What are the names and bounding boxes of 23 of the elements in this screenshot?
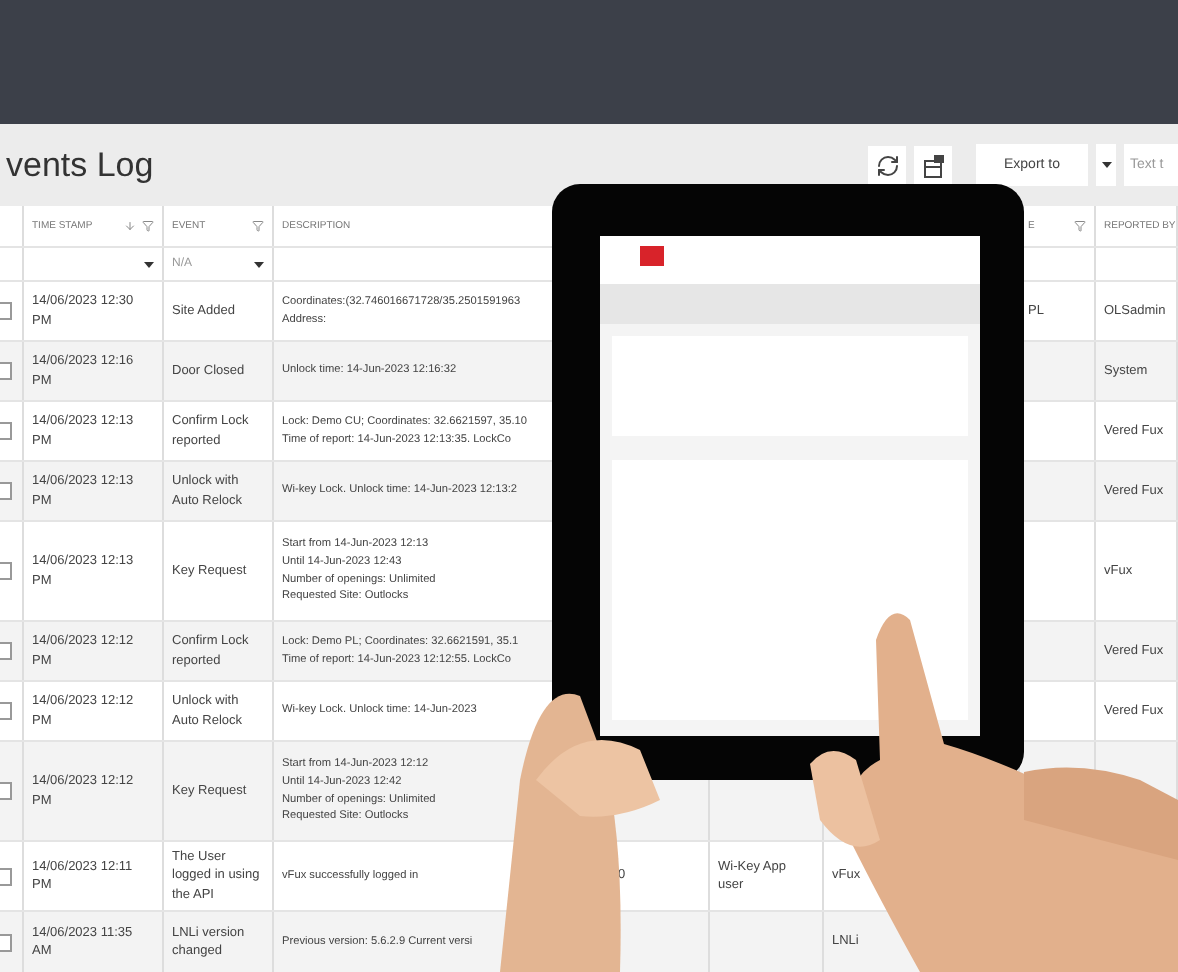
filter-icon[interactable] (1074, 220, 1086, 232)
page-title: vents Log (6, 145, 154, 185)
filter-icon[interactable] (142, 220, 154, 232)
filter-icon[interactable] (252, 220, 264, 232)
row-checkbox[interactable] (0, 302, 12, 320)
row-checkbox[interactable] (0, 702, 12, 720)
caret-icon (1101, 162, 1111, 168)
refresh-icon (875, 153, 899, 177)
row-checkbox[interactable] (0, 782, 12, 800)
dropdown-caret-icon[interactable] (144, 261, 154, 267)
row-checkbox[interactable] (0, 362, 12, 380)
refresh-button[interactable] (868, 146, 906, 184)
row-checkbox[interactable] (0, 422, 12, 440)
row-checkbox[interactable] (0, 642, 12, 660)
export-menu-button[interactable] (1096, 144, 1116, 186)
window-icon (921, 153, 945, 177)
sort-arrow-icon[interactable] (124, 220, 136, 232)
column-settings-button[interactable] (914, 146, 952, 184)
dropdown-caret-icon[interactable] (254, 261, 264, 267)
row-checkbox[interactable] (0, 867, 12, 885)
row-checkbox[interactable] (0, 933, 12, 951)
row-checkbox[interactable] (0, 482, 12, 500)
row-checkbox[interactable] (0, 562, 12, 580)
